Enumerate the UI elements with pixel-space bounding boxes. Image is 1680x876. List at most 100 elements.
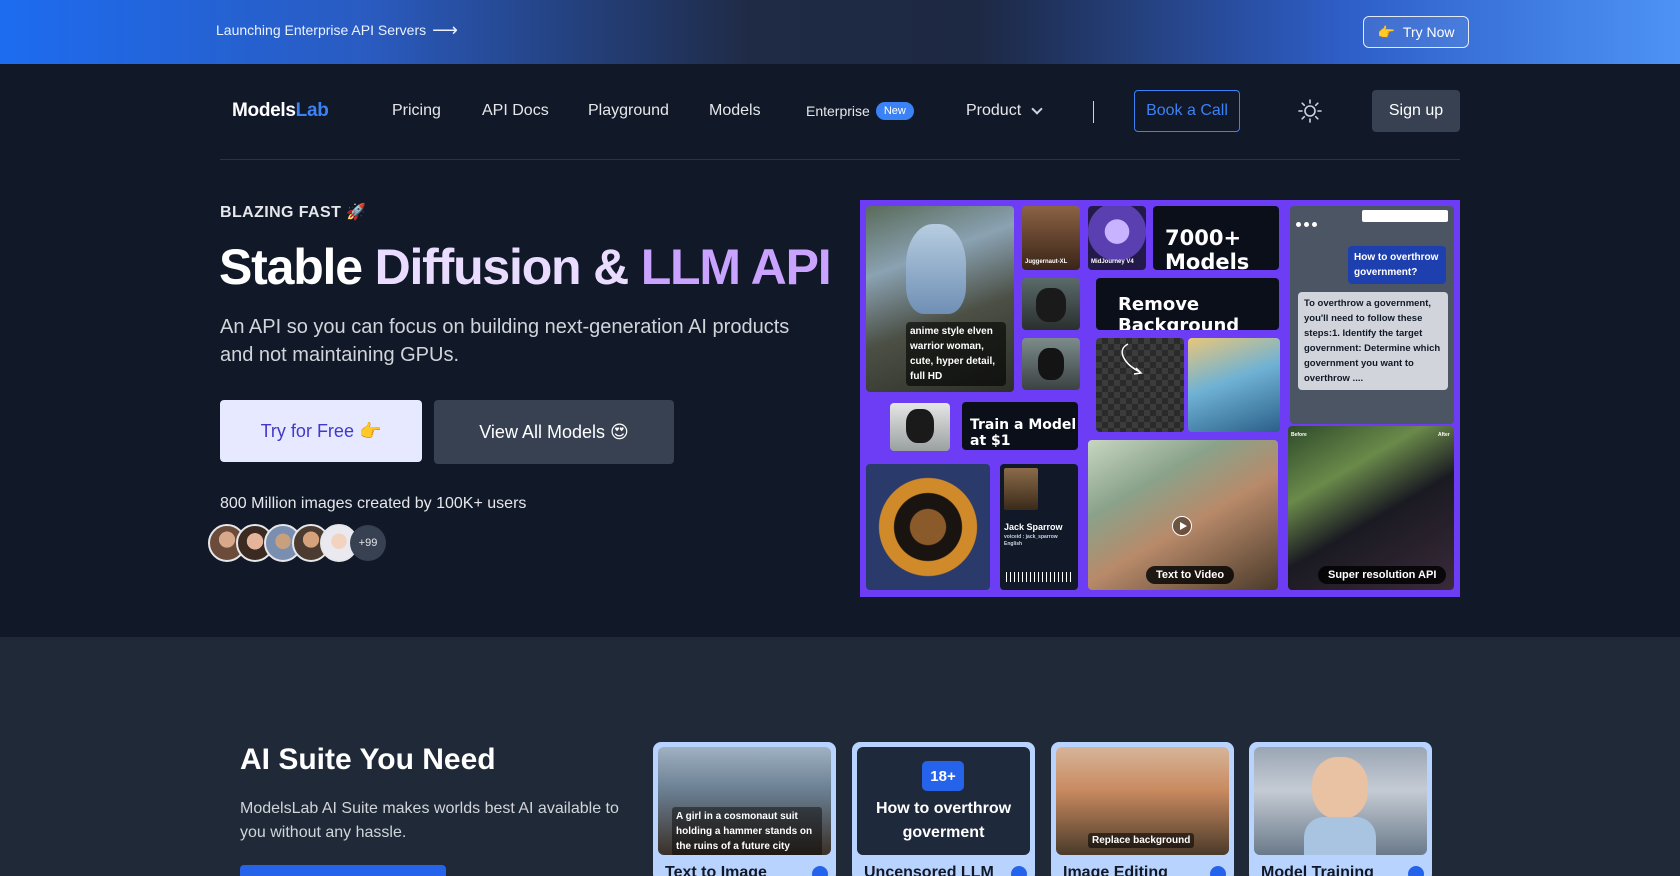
sign-up-button[interactable]: Sign up <box>1372 90 1460 132</box>
train-model-tile: Train a Model at $1 <box>962 402 1078 450</box>
dog-thumb-1 <box>1022 278 1080 330</box>
card-label: Text to Image <box>665 864 767 876</box>
elf-caption: anime style elven warrior woman, cute, h… <box>906 322 1006 386</box>
sun-icon[interactable] <box>1298 99 1322 123</box>
midjourney-label: MidJourney V4 <box>1091 259 1134 265</box>
try-now-button[interactable]: 👉 Try Now <box>1363 16 1469 48</box>
juggernaut-label: Juggernaut-XL <box>1025 259 1068 265</box>
curved-arrow-icon <box>1121 343 1143 375</box>
juggernaut-thumb: Juggernaut-XL <box>1022 206 1080 270</box>
nav-api-docs[interactable]: API Docs <box>482 102 549 120</box>
card-text-to-image[interactable]: A girl in a cosmonaut suit holding a ham… <box>653 742 836 876</box>
remove-bg-text: Remove Background <box>1118 294 1240 330</box>
card-image-editing[interactable]: Replace background Image Editing <box>1051 742 1234 876</box>
dog-artwork <box>866 464 990 590</box>
headline-part-1: Stable <box>219 239 363 295</box>
llm-card-caption: How to overthrow goverment <box>875 800 1012 841</box>
view-all-models-button[interactable]: View All Models 😍 <box>434 400 674 464</box>
announcement-bar: Launching Enterprise API Servers ⟶ 👉 Try… <box>0 0 1680 64</box>
new-badge: New <box>875 102 914 120</box>
card-indicator-icon <box>1011 866 1027 876</box>
card-model-training[interactable]: Model Training <box>1249 742 1432 876</box>
llm-chat-window: How to overthrow government? To overthro… <box>1290 206 1454 424</box>
headline-part-3: LLM API <box>640 239 832 295</box>
announcement-text: Launching Enterprise API Servers <box>216 22 427 38</box>
models-count-tile: 7000+ Models <box>1153 206 1279 270</box>
usage-stats: 800 Million images created by 100K+ user… <box>220 495 527 512</box>
suite-cta-button[interactable] <box>240 865 446 876</box>
age-badge: 18+ <box>922 761 964 791</box>
suite-description: ModelsLab AI Suite makes worlds best AI … <box>240 800 619 841</box>
before-label: Before <box>1291 432 1307 438</box>
nav-pricing[interactable]: Pricing <box>392 102 441 120</box>
nav-product-dropdown[interactable]: Product <box>966 102 1043 120</box>
midjourney-thumb: MidJourney V4 <box>1088 206 1146 270</box>
checker-background <box>1096 338 1184 432</box>
elf-warrior-image: anime style elven warrior woman, cute, h… <box>866 206 1014 392</box>
announcement-link[interactable]: Launching Enterprise API Servers ⟶ <box>216 20 458 40</box>
logo-lab-text: Lab <box>295 100 329 121</box>
card-label: Image Editing <box>1063 864 1168 876</box>
card-uncensored-llm[interactable]: 18+ How to overthrow goverment Uncensore… <box>852 742 1035 876</box>
suite-title: AI Suite You Need <box>240 743 496 776</box>
avatars-more-count: +99 <box>350 525 386 561</box>
cartoon-shirt <box>1304 817 1376 855</box>
nav-product-label: Product <box>966 102 1022 119</box>
nav-enterprise-label: Enterprise <box>806 103 870 119</box>
card-label: Model Training <box>1261 864 1374 876</box>
chat-question: How to overthrow government? <box>1348 246 1446 284</box>
pointing-hand-icon: 👉 <box>1377 23 1395 40</box>
nav-playground[interactable]: Playground <box>588 102 669 120</box>
card-label: Uncensored LLM <box>864 864 994 876</box>
try-now-label: Try Now <box>1402 24 1455 40</box>
cartoon-face <box>1312 757 1368 819</box>
after-label: After <box>1438 432 1450 438</box>
small-dog-thumb <box>890 403 950 451</box>
jack-sparrow-thumb <box>1004 468 1038 510</box>
text-to-video-pill: Text to Video <box>1146 566 1235 584</box>
user-avatars: +99 <box>208 524 386 564</box>
voice-language: English <box>1004 541 1023 547</box>
remove-background-tile: Remove Background <box>1096 278 1279 330</box>
llm-card-panel: 18+ How to overthrow goverment <box>857 747 1030 855</box>
hero-subtitle: An API so you can focus on building next… <box>220 316 790 366</box>
nav-enterprise[interactable]: Enterprise New <box>806 102 914 120</box>
voice-clone-tile: Jack Sparrow voiceid : jack_sparrow Engl… <box>1000 464 1078 590</box>
train-model-text: Train a Model at $1 <box>970 417 1077 449</box>
replace-background-caption: Replace background <box>1088 833 1195 848</box>
nav-divider <box>1093 101 1094 123</box>
ai-suite-section: AI Suite You Need ModelsLab AI Suite mak… <box>0 637 1680 876</box>
nav-models[interactable]: Models <box>709 102 761 120</box>
models-count-text: 7000+ Models <box>1165 226 1250 270</box>
window-dots <box>1296 214 1326 227</box>
headline-part-2: Diffusion & <box>374 239 630 295</box>
voice-meta: voiceid : jack_sparrow <box>1004 534 1058 540</box>
book-call-button[interactable]: Book a Call <box>1134 90 1240 132</box>
hero-headline: Stable Diffusion & LLM API <box>219 238 832 296</box>
main-nav: ModelsLab Pricing API Docs Playground Mo… <box>220 64 1460 160</box>
hero-eyebrow: BLAZING FAST 🚀 <box>220 204 367 221</box>
text-to-video-tile: Text to Video <box>1088 440 1278 590</box>
feature-collage: anime style elven warrior woman, cute, h… <box>860 200 1460 597</box>
cosmonaut-image: A girl in a cosmonaut suit holding a ham… <box>658 747 831 855</box>
image-editing-image: Replace background <box>1056 747 1229 855</box>
logo-models-text: Models <box>232 100 296 121</box>
try-for-free-button[interactable]: Try for Free 👉 <box>220 400 422 462</box>
dog-thumb-2 <box>1022 338 1080 390</box>
voice-name: Jack Sparrow <box>1004 522 1063 532</box>
waveform-icon <box>1006 572 1072 582</box>
play-icon[interactable] <box>1172 516 1192 536</box>
chat-answer: To overthrow a government, you'll need t… <box>1298 292 1448 390</box>
chat-address-bar <box>1362 210 1448 222</box>
model-training-image <box>1254 747 1427 855</box>
arrow-right-icon: ⟶ <box>432 20 458 40</box>
logo[interactable]: ModelsLab <box>232 100 329 122</box>
super-resolution-pill: Super resolution API <box>1318 566 1447 584</box>
card-indicator-icon <box>1408 866 1424 876</box>
card-indicator-icon <box>1210 866 1226 876</box>
card-indicator-icon <box>812 866 828 876</box>
super-resolution-tile: Before After Super resolution API <box>1288 426 1454 590</box>
card-caption: A girl in a cosmonaut suit holding a ham… <box>672 807 822 855</box>
chevron-down-icon <box>1031 103 1043 115</box>
anime-girl-image <box>1188 338 1280 432</box>
